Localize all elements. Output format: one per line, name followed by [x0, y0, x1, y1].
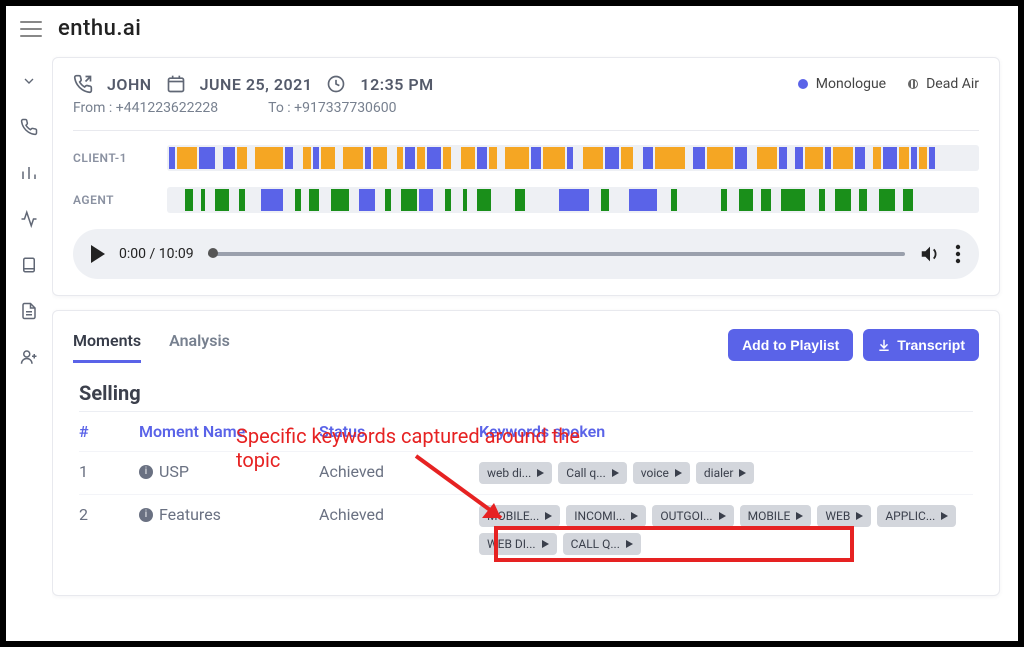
play-icon: [675, 469, 682, 477]
chevron-down-icon[interactable]: [19, 71, 39, 91]
play-icon: [739, 469, 746, 477]
activity-icon[interactable]: [19, 209, 39, 229]
keyword-chip[interactable]: dialer: [696, 462, 755, 484]
play-icon: [941, 512, 948, 520]
app-title: enthu.ai: [58, 16, 141, 41]
from-label: From :: [73, 100, 112, 116]
audio-player: 0:00 / 10:09: [73, 229, 979, 279]
sidebar: [6, 51, 52, 638]
keyword-chip[interactable]: voice: [633, 462, 690, 484]
annotation-arrow-icon: [406, 446, 526, 536]
tab-analysis[interactable]: Analysis: [169, 327, 230, 363]
play-icon: [796, 512, 803, 520]
agent-waveform[interactable]: [167, 187, 979, 213]
to-number: +917337730600: [294, 100, 396, 116]
keyword-chip[interactable]: INCOMI...: [566, 505, 646, 527]
keyword-chip[interactable]: APPLIC...: [877, 505, 956, 527]
keyword-chip[interactable]: WEB: [817, 505, 871, 527]
row-num: 2: [79, 505, 139, 524]
play-icon: [856, 512, 863, 520]
tab-moments[interactable]: Moments: [73, 327, 141, 363]
call-date: JUNE 25, 2021: [200, 75, 313, 94]
legend-deadair: Dead Air: [926, 76, 979, 92]
info-icon[interactable]: i: [139, 508, 153, 522]
call-card: JOHN JUNE 25, 2021 12:35 PM Monologue De…: [52, 57, 1000, 296]
play-icon: [545, 512, 552, 520]
keyword-chip[interactable]: MOBILE: [740, 505, 812, 527]
progress-bar[interactable]: [208, 252, 905, 256]
track2-label: AGENT: [73, 193, 153, 207]
menu-icon[interactable]: [20, 21, 42, 37]
player-menu-icon[interactable]: [955, 244, 961, 264]
agent-name: JOHN: [107, 75, 152, 94]
moment-name: iFeatures: [139, 505, 319, 524]
section-title: Selling: [79, 381, 973, 405]
row-num: 1: [79, 462, 139, 481]
call-out-icon: [73, 74, 93, 94]
from-number: +441223622228: [116, 100, 218, 116]
track1-label: CLIENT-1: [73, 151, 153, 165]
play-icon: [631, 512, 638, 520]
legend-monologue-dot: [798, 79, 808, 89]
col-num: #: [79, 422, 139, 441]
call-time: 12:35 PM: [360, 75, 433, 94]
users-icon[interactable]: [19, 347, 39, 367]
legend-deadair-dot: [908, 79, 918, 89]
keyword-chip[interactable]: OUTGOI...: [652, 505, 733, 527]
add-playlist-button[interactable]: Add to Playlist: [728, 329, 853, 361]
info-icon[interactable]: i: [139, 465, 153, 479]
annotation-box: [494, 526, 854, 562]
player-time: 0:00 / 10:09: [119, 246, 194, 262]
chart-icon[interactable]: [19, 163, 39, 183]
calendar-icon: [166, 74, 186, 94]
document-icon[interactable]: [19, 301, 39, 321]
book-icon[interactable]: [19, 255, 39, 275]
to-label: To :: [268, 100, 291, 116]
transcript-button[interactable]: Transcript: [863, 329, 979, 361]
volume-icon[interactable]: [919, 243, 941, 265]
play-icon: [719, 512, 726, 520]
play-button[interactable]: [91, 245, 105, 263]
client-waveform[interactable]: [167, 145, 979, 171]
clock-icon: [326, 74, 346, 94]
phone-icon[interactable]: [19, 117, 39, 137]
legend-monologue: Monologue: [816, 76, 886, 92]
